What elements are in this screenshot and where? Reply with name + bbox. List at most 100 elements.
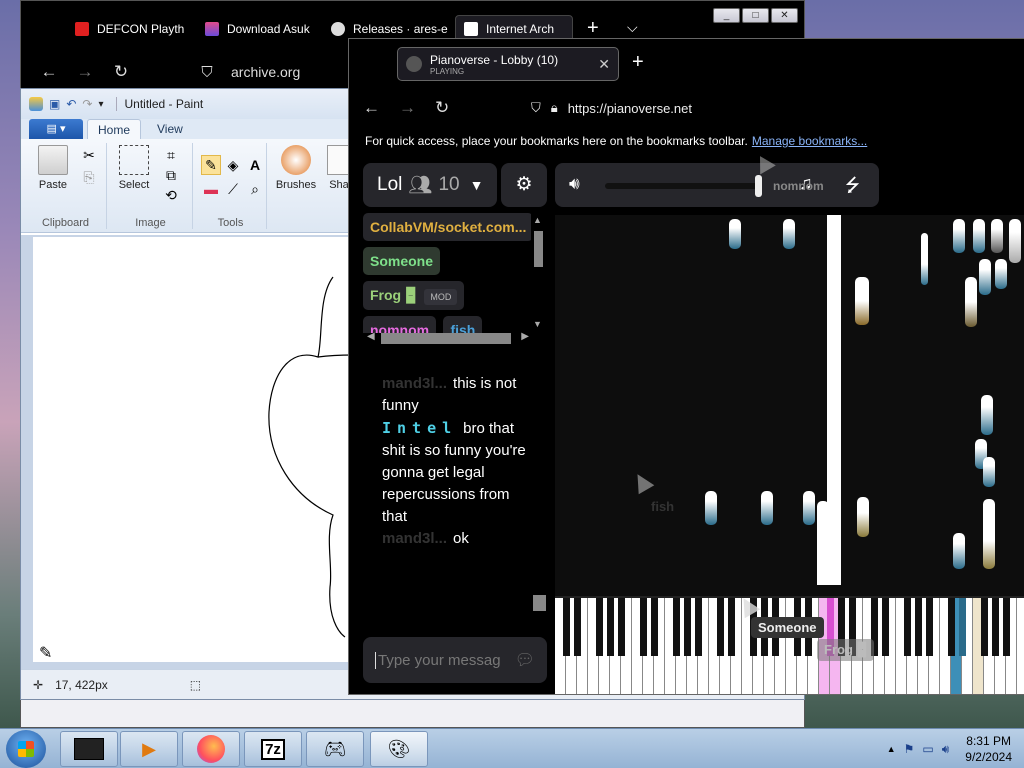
settings-button[interactable]: ⚙ [501,163,547,207]
pencil-icon[interactable]: ✎ [201,155,221,175]
paste-button[interactable]: Paste [33,145,73,191]
taskbar-emulator[interactable]: 🎮︎ [306,731,364,767]
copy-icon[interactable]: ⎘ [79,167,99,187]
volume-icon[interactable]: 🔊︎ [942,742,950,757]
volume-slider[interactable] [605,183,760,189]
back-arrow-icon[interactable]: ← [31,62,67,82]
scroll-up-icon[interactable]: ▲ [533,215,542,225]
shield-icon[interactable]: ⛉ [189,64,225,81]
fill-icon[interactable]: ◈ [223,155,243,175]
chat-scrollbar-thumb[interactable] [533,595,546,611]
reload-icon[interactable]: ↻ [103,62,139,82]
black-key[interactable] [650,598,658,656]
black-key[interactable] [1002,598,1010,656]
tab-home[interactable]: Home [87,119,142,139]
text-tool-icon[interactable]: A [245,155,265,175]
minimize-button[interactable]: _ [713,8,740,23]
save-icon[interactable]: ▣ [49,97,60,111]
select-button[interactable]: Select [113,145,155,191]
tab-pianoverse[interactable]: Pianoverse - Lobby (10) PLAYING ✕ [397,47,619,81]
redo-icon[interactable]: ↷ [82,97,92,111]
taskbar-7zip[interactable]: 7z [244,731,302,767]
taskbar-media-player[interactable]: ▶ [120,731,178,767]
piano-keyboard[interactable] [555,596,1024,694]
room-selector[interactable]: Lol 👥︎ 10 ▼ [363,163,497,207]
white-key[interactable] [1017,598,1024,694]
user-chip-frog[interactable]: Frog 🁢 MOD [363,281,465,310]
user-chip[interactable]: Someone [363,247,441,275]
new-tab-button[interactable]: + [632,51,644,74]
tab-view[interactable]: View [147,119,193,139]
shield-icon[interactable]: ⛉ [531,100,541,116]
back-arrow-icon[interactable]: ← [363,98,399,118]
tab-defcon[interactable]: DEFCON Playth [75,15,185,43]
scroll-left-icon[interactable]: ◀ [367,331,375,342]
black-key[interactable] [595,598,603,656]
color-picker-icon[interactable]: ⟋ [223,179,243,199]
eraser-icon[interactable]: ▬ [201,179,221,199]
maximize-button[interactable]: □ [742,8,769,23]
monitor-icon[interactable]: ▭ [922,742,933,756]
forward-arrow-icon[interactable]: → [67,62,103,82]
black-key[interactable] [716,598,724,656]
black-key[interactable] [694,598,702,656]
black-key[interactable] [573,598,581,656]
file-menu-button[interactable]: ▤ ▾ [29,119,83,139]
chat-scrollbar[interactable] [533,353,546,615]
magnifier-icon[interactable]: ⌕ [245,179,265,199]
crop-icon[interactable]: ⌗ [161,145,181,165]
network-flag-icon[interactable]: ⚑ [904,742,915,756]
taskbar-firefox[interactable] [182,731,240,767]
black-key[interactable] [914,598,922,656]
customize-qat-icon[interactable]: ▾ [98,99,103,110]
drawing-canvas[interactable] [33,237,353,662]
tab-list-chevron-icon[interactable]: ⌵ [627,19,638,36]
lock-icon[interactable]: 🔒︎ [551,100,558,116]
black-key[interactable] [980,598,988,656]
usb-icon[interactable]: ⭍ [845,173,860,203]
black-key[interactable] [727,598,735,656]
speaker-icon[interactable]: 🔊︎ [569,174,580,194]
hscrollbar-thumb[interactable] [381,333,511,344]
url-bar[interactable]: archive.org [231,64,300,80]
black-key[interactable] [925,598,933,656]
reload-icon[interactable]: ↻ [435,98,471,118]
forward-arrow-icon[interactable]: → [399,98,435,118]
tab-close-icon[interactable]: ✕ [598,56,610,73]
scroll-right-icon[interactable]: ▶ [521,331,529,342]
new-tab-button[interactable]: + [587,17,599,40]
start-button[interactable] [6,730,46,768]
black-key[interactable] [991,598,999,656]
black-key[interactable] [617,598,625,656]
black-key[interactable] [672,598,680,656]
manage-bookmarks-link[interactable]: Manage bookmarks... [752,134,867,148]
clock[interactable]: 8:31 PM 9/2/2024 [965,733,1012,765]
brushes-button[interactable]: Brushes [271,145,321,191]
black-key[interactable] [606,598,614,656]
black-key[interactable] [562,598,570,656]
volume-slider-knob[interactable] [755,175,762,197]
black-key[interactable] [958,598,966,656]
tray-expand-icon[interactable]: ▲ [887,744,896,754]
resize-icon[interactable]: ⧉ [161,165,181,185]
user-chip[interactable]: CollabVM/socket.com... [363,213,531,241]
url-bar[interactable]: ⛉ 🔒︎ https://pianoverse.net [531,100,692,116]
black-key[interactable] [881,598,889,656]
tab-download[interactable]: Download Asuk [205,15,323,43]
undo-icon[interactable]: ↶ [66,97,76,111]
cut-icon[interactable]: ✂ [79,145,99,165]
black-key[interactable] [947,598,955,656]
chat-bubble-icon[interactable]: 💬︎ [515,650,535,670]
chat-input[interactable]: Type your messag 💬︎ [363,637,547,683]
scroll-down-icon[interactable]: ▼ [533,319,542,329]
user-list-scrollbar[interactable]: ▲ ▼ [532,213,544,333]
taskbar-paint[interactable]: 🎨︎ [370,731,428,767]
user-list-hscrollbar[interactable]: ◀ ▶ [363,331,533,345]
black-key[interactable] [639,598,647,656]
black-key[interactable] [903,598,911,656]
close-button[interactable]: ✕ [771,8,798,23]
taskbar-terminal[interactable] [60,731,118,767]
black-key[interactable] [683,598,691,656]
scrollbar-thumb[interactable] [534,231,543,267]
rotate-icon[interactable]: ⟲ [161,185,181,205]
